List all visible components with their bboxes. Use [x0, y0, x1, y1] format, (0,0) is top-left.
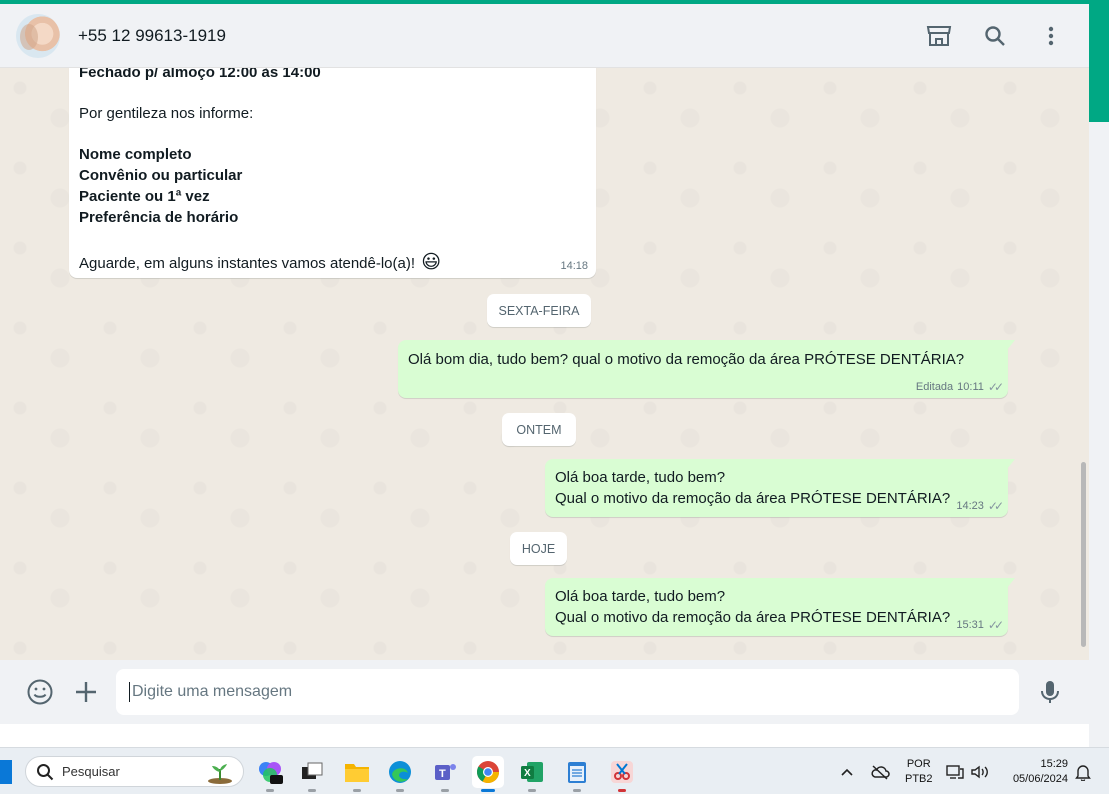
store-icon[interactable] [925, 22, 953, 50]
message-meta: 14:23 ✓✓ [956, 499, 1004, 513]
message-line: Nome completo [79, 146, 192, 163]
date-separator-yesterday: ONTEM [502, 413, 576, 446]
microphone-icon[interactable] [1036, 678, 1064, 706]
whatsapp-app: +55 12 99613-1919 Fechado p/ almoço 12:0… [0, 4, 1089, 751]
message-meta: 15:31 ✓✓ [956, 618, 1004, 632]
message-time: 15:31 [956, 619, 984, 631]
menu-dots-icon[interactable] [1037, 22, 1065, 50]
contact-avatar[interactable] [16, 13, 60, 58]
volume-icon[interactable] [970, 748, 990, 794]
message-text: Olá boa tarde, tudo bem? [555, 588, 726, 605]
window-side-edge [1089, 122, 1109, 747]
message-line: Preferência de horário [79, 209, 239, 226]
message-text: Aguarde, em alguns instantes vamos atend… [79, 255, 416, 272]
notepad-app-icon[interactable] [561, 756, 593, 792]
outgoing-message: Olá boa tarde, tudo bem? Qual o motivo d… [545, 459, 1015, 517]
message-text: Olá boa tarde, tudo bem? [555, 469, 726, 486]
header-actions [925, 4, 1065, 68]
outgoing-message: Olá boa tarde, tudo bem? Qual o motivo d… [545, 578, 1015, 636]
network-display-icon[interactable] [946, 748, 964, 794]
svg-text:X: X [524, 768, 531, 779]
os-taskbar: Pesquisar T X POR PTB2 15:29 05/06/2024 [0, 747, 1109, 794]
clock-date: 05/06/2024 [1012, 772, 1068, 785]
date-separator-friday: SEXTA-FEIRA [487, 294, 591, 327]
smile-emoji-icon: 😃 [421, 252, 442, 273]
svg-text:T: T [439, 768, 446, 780]
message-list[interactable]: Fechado p/ almoço 12:00 às 14:00 Por gen… [0, 68, 1089, 660]
windows-start-icon[interactable] [0, 760, 12, 784]
contact-name[interactable]: +55 12 99613-1919 [78, 26, 226, 46]
clock-time: 15:29 [1040, 757, 1068, 770]
text-cursor [129, 682, 130, 702]
window-side-accent [1089, 0, 1109, 122]
message-time: 14:23 [956, 500, 984, 512]
message-time: 14:18 [560, 260, 588, 272]
double-check-icon: ✓✓ [987, 380, 1004, 394]
message-line-last: Aguarde, em alguns instantes vamos atend… [79, 251, 441, 274]
bubble-tail [1007, 578, 1015, 588]
app-indicator [396, 789, 404, 792]
double-check-icon: ✓✓ [987, 618, 1004, 632]
teams-app-icon[interactable]: T [429, 756, 461, 792]
message-line: Fechado p/ almoço 12:00 às 14:00 [79, 68, 321, 81]
bubble-tail [1007, 459, 1015, 469]
layout-code: PTB2 [905, 772, 933, 785]
app-indicator [441, 789, 449, 792]
tray-overflow-chevron-icon[interactable] [840, 748, 854, 794]
emoji-icon[interactable] [26, 678, 54, 706]
chat-scrollbar[interactable] [1081, 462, 1086, 647]
app-indicator [353, 789, 361, 792]
chrome-browser-icon[interactable] [472, 756, 504, 792]
message-text: Qual o motivo da remoção da área PRÓTESE… [555, 490, 951, 507]
chat-header: +55 12 99613-1919 [0, 4, 1089, 68]
file-explorer-icon[interactable] [341, 756, 373, 792]
message-text: Olá bom dia, tudo bem? qual o motivo da … [408, 351, 965, 368]
excel-app-icon[interactable]: X [516, 756, 548, 792]
message-line: Por gentileza nos informe: [79, 105, 254, 122]
snipping-tool-icon[interactable] [606, 756, 638, 792]
search-icon[interactable] [981, 22, 1009, 50]
notification-bell-icon[interactable] [1075, 748, 1091, 794]
app-indicator [266, 789, 274, 792]
edited-label: Editada [915, 381, 954, 393]
bubble-tail [1007, 340, 1015, 350]
task-view-app-icon[interactable] [296, 756, 328, 792]
edge-browser-icon[interactable] [384, 756, 416, 792]
attach-plus-icon[interactable] [72, 678, 100, 706]
onedrive-offline-icon[interactable] [870, 748, 890, 794]
app-indicator [528, 789, 536, 792]
message-line: Convênio ou particular [79, 167, 243, 184]
incoming-message: Fechado p/ almoço 12:00 às 14:00 Por gen… [69, 68, 596, 278]
search-icon [37, 763, 54, 780]
app-indicator [308, 789, 316, 792]
date-separator-today: HOJE [510, 532, 567, 565]
plant-sprout-icon [208, 764, 232, 784]
app-indicator-active [481, 789, 495, 792]
outgoing-message: Olá bom dia, tudo bem? qual o motivo da … [398, 340, 1015, 398]
message-line: Paciente ou 1ª vez [79, 188, 210, 205]
app-indicator [573, 789, 581, 792]
message-composer [0, 660, 1089, 724]
taskbar-search[interactable]: Pesquisar [25, 756, 244, 787]
message-time: 10:11 [957, 381, 984, 393]
app-indicator [618, 789, 626, 792]
language-code: POR [906, 757, 931, 770]
taskbar-search-label: Pesquisar [62, 764, 120, 779]
message-input[interactable] [116, 669, 1019, 715]
message-text: Qual o motivo da remoção da área PRÓTESE… [555, 609, 951, 626]
keyboard-language-indicator[interactable]: POR PTB2 [905, 748, 933, 794]
message-meta: Editada 10:11 ✓✓ [915, 380, 1004, 394]
system-clock[interactable]: 15:29 05/06/2024 [1002, 748, 1068, 794]
double-check-icon: ✓✓ [987, 499, 1004, 513]
copilot-app-icon[interactable] [254, 756, 286, 792]
